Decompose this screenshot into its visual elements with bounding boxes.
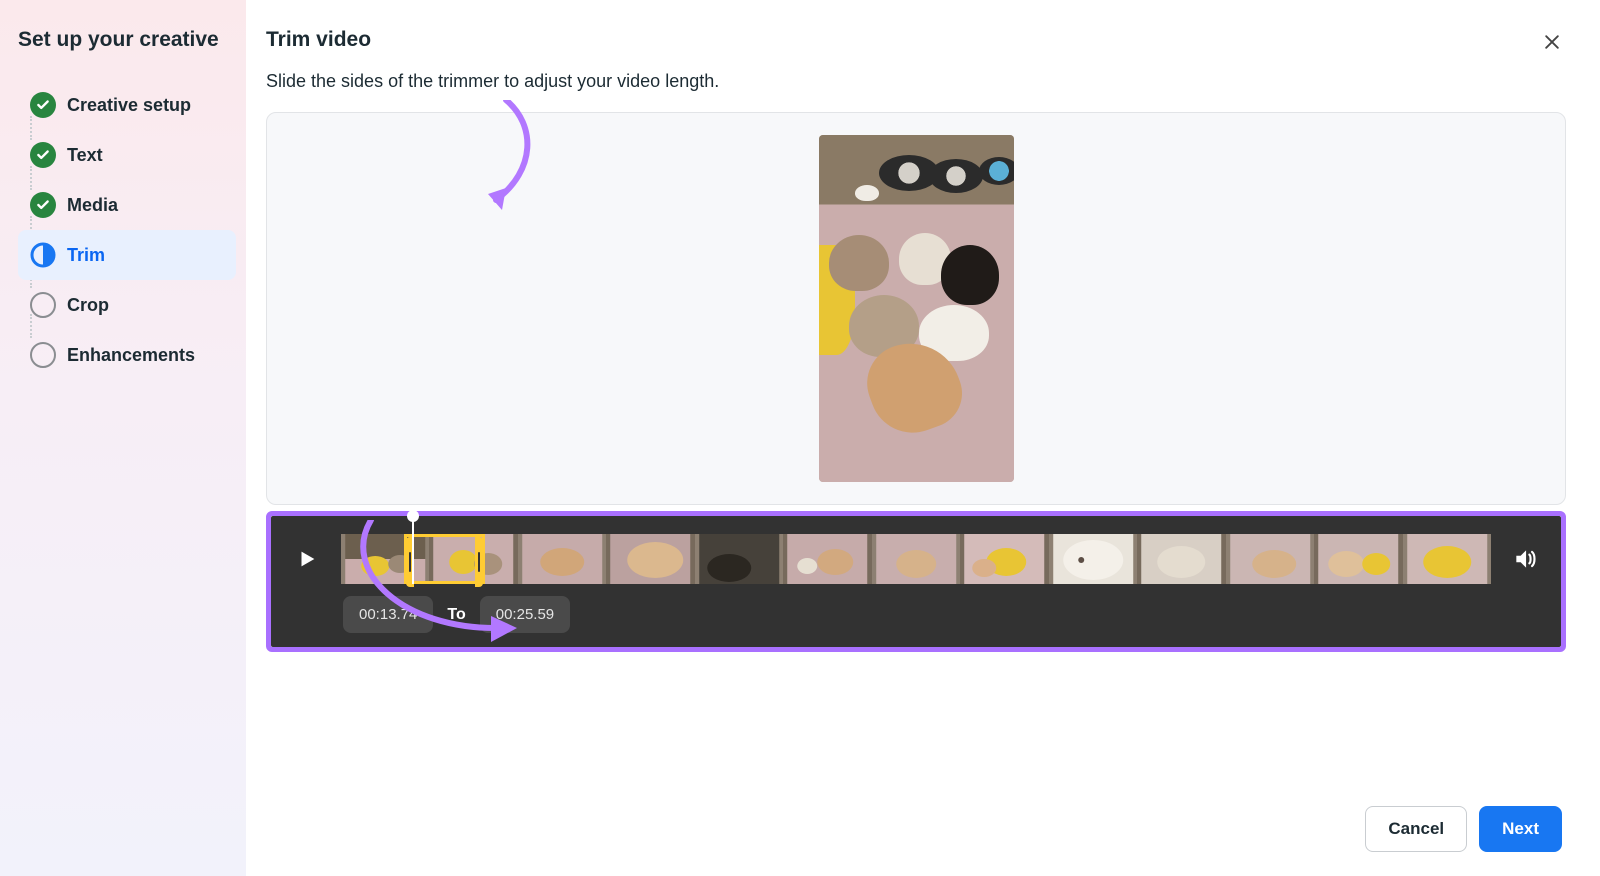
timeline-frame[interactable]	[1314, 534, 1402, 584]
close-icon	[1542, 32, 1562, 52]
timeline-frame[interactable]	[606, 534, 694, 584]
timeline-frame[interactable]	[341, 534, 429, 584]
check-icon	[30, 192, 56, 218]
volume-icon	[1512, 546, 1538, 572]
main-panel: Trim video Slide the sides of the trimme…	[246, 0, 1600, 876]
timeline-frame[interactable]	[1226, 534, 1314, 584]
timeline-frame[interactable]	[960, 534, 1048, 584]
timeline-frame[interactable]	[1137, 534, 1225, 584]
check-icon	[30, 142, 56, 168]
timeline-frame[interactable]	[1403, 534, 1491, 584]
empty-circle-icon	[30, 292, 56, 318]
trim-handle-right[interactable]	[475, 537, 483, 587]
step-label: Media	[67, 195, 118, 216]
timeline-track-row	[291, 534, 1541, 584]
video-preview[interactable]	[819, 135, 1014, 482]
sidebar: Set up your creative Creative setup Text…	[0, 0, 246, 876]
timeline-track[interactable]	[341, 534, 1491, 584]
trim-to-label: To	[447, 606, 465, 624]
step-label: Trim	[67, 245, 105, 266]
sidebar-step-trim[interactable]: Trim	[18, 230, 236, 280]
timeline-frame[interactable]	[429, 534, 517, 584]
timeline-frame[interactable]	[518, 534, 606, 584]
check-icon	[30, 92, 56, 118]
half-circle-icon	[30, 242, 56, 268]
step-label: Text	[67, 145, 103, 166]
timeline-highlight: 00:13.74 To 00:25.59	[266, 511, 1566, 652]
playhead[interactable]	[412, 514, 414, 584]
next-button[interactable]: Next	[1479, 806, 1562, 852]
page-description: Slide the sides of the trimmer to adjust…	[266, 71, 1566, 92]
sidebar-step-media[interactable]: Media	[18, 180, 236, 230]
page-title: Trim video	[266, 28, 371, 52]
trim-start-time[interactable]: 00:13.74	[343, 596, 433, 633]
main-header: Trim video	[266, 28, 1566, 59]
timeline-time-row: 00:13.74 To 00:25.59	[291, 596, 1541, 633]
close-button[interactable]	[1538, 28, 1566, 59]
step-label: Crop	[67, 295, 109, 316]
step-label: Enhancements	[67, 345, 195, 366]
timeline-frame[interactable]	[1049, 534, 1137, 584]
cancel-button[interactable]: Cancel	[1365, 806, 1467, 852]
empty-circle-icon	[30, 342, 56, 368]
playhead-dot	[407, 510, 419, 522]
timeline-frame[interactable]	[783, 534, 871, 584]
video-preview-area	[266, 112, 1566, 505]
play-button[interactable]	[291, 543, 323, 575]
volume-button[interactable]	[1509, 543, 1541, 575]
sidebar-step-crop[interactable]: Crop	[18, 280, 236, 330]
sidebar-step-enhancements[interactable]: Enhancements	[18, 330, 236, 380]
timeline-frame[interactable]	[872, 534, 960, 584]
sidebar-step-creative-setup[interactable]: Creative setup	[18, 80, 236, 130]
footer-actions: Cancel Next	[266, 786, 1566, 876]
timeline-frame[interactable]	[695, 534, 783, 584]
sidebar-step-text[interactable]: Text	[18, 130, 236, 180]
play-icon	[296, 548, 318, 570]
sidebar-title: Set up your creative	[18, 28, 236, 52]
timeline: 00:13.74 To 00:25.59	[271, 516, 1561, 647]
step-label: Creative setup	[67, 95, 191, 116]
steps-list: Creative setup Text Media Trim	[18, 80, 236, 380]
trim-end-time[interactable]: 00:25.59	[480, 596, 570, 633]
